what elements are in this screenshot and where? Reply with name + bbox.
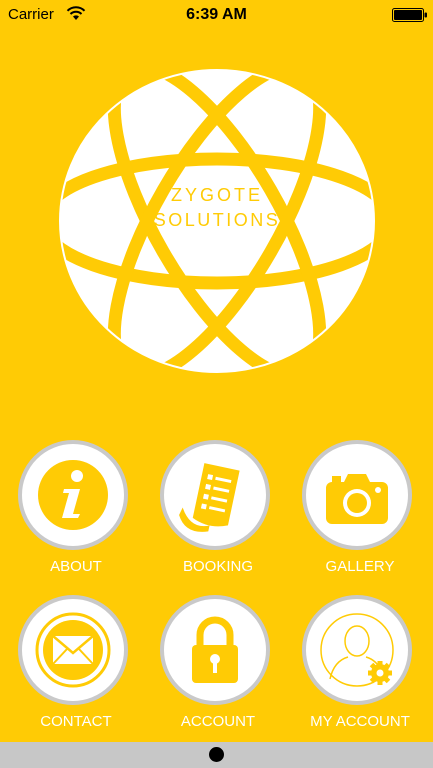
info-icon [38, 460, 108, 530]
gallery-label: GALLERY [325, 558, 395, 575]
contact-button[interactable]: CONTACT [16, 595, 136, 730]
logo-text-line2: SOLUTIONS [153, 210, 281, 230]
status-bar: Carrier 6:39 AM [0, 0, 433, 30]
account-label: ACCOUNT [180, 713, 256, 730]
contact-circle [18, 595, 128, 705]
page-indicator-dot [209, 747, 224, 762]
booking-button[interactable]: BOOKING [158, 440, 278, 575]
logo-text-line1: ZYGOTE [170, 185, 263, 205]
about-circle [18, 440, 128, 550]
document-list-icon [179, 463, 240, 532]
my-account-label: MY ACCOUNT [310, 713, 410, 730]
padlock-icon [192, 616, 238, 683]
envelope-icon [35, 612, 111, 688]
account-button[interactable]: ACCOUNT [158, 595, 278, 730]
account-circle [160, 595, 270, 705]
user-gear-icon [320, 613, 394, 687]
booking-circle [160, 440, 270, 550]
bottom-bar [0, 742, 433, 768]
booking-label: BOOKING [182, 558, 253, 575]
status-time: 6:39 AM [186, 6, 247, 23]
gallery-circle [302, 440, 412, 550]
battery-icon [392, 8, 427, 22]
my-account-button[interactable]: MY ACCOUNT [300, 595, 420, 730]
about-label: ABOUT [50, 558, 102, 575]
my-account-circle [302, 595, 412, 705]
about-button[interactable]: ABOUT [16, 440, 136, 575]
camera-icon [326, 474, 388, 524]
contact-label: CONTACT [40, 713, 112, 730]
gallery-button[interactable]: GALLERY [300, 440, 420, 575]
